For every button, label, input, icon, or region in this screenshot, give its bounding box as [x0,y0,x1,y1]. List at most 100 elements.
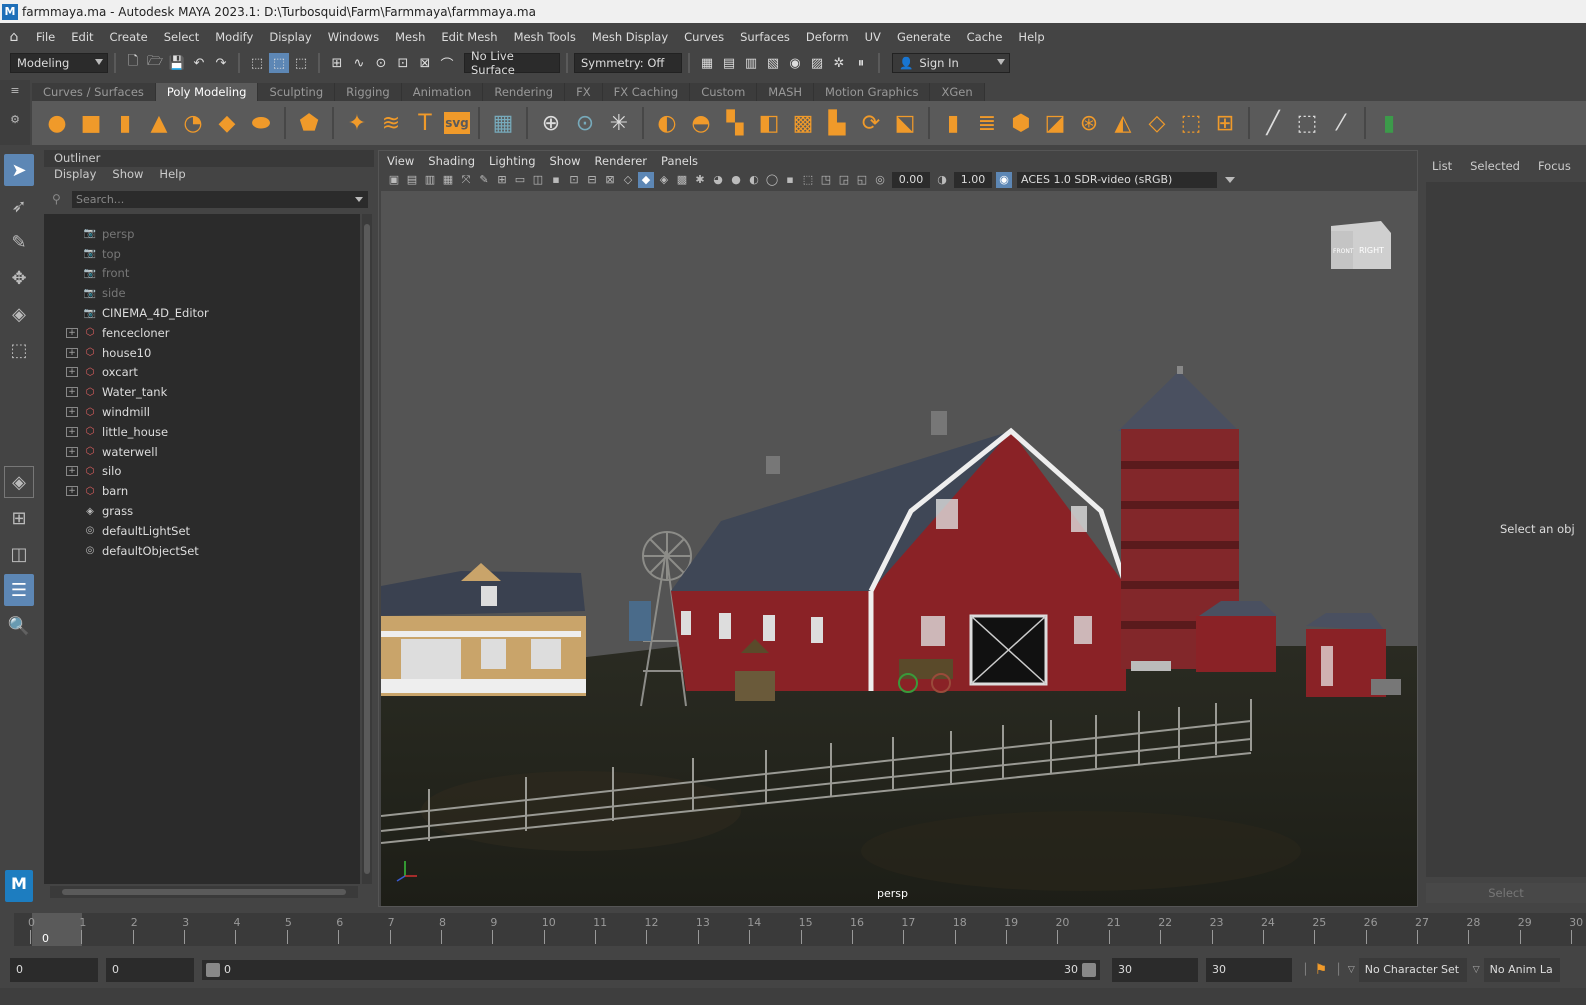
gamma-icon[interactable]: ◑ [934,172,950,188]
scrollbar-thumb[interactable] [62,889,346,895]
svg-tool-icon[interactable]: svg [444,112,470,134]
render-frame-icon[interactable]: ▤ [719,53,739,73]
menu-curves[interactable]: Curves [676,30,732,44]
hypershade-icon[interactable]: ◉ [785,53,805,73]
snap-live-icon[interactable]: ⊠ [415,53,435,73]
motion-blur-icon[interactable]: ◐ [746,172,762,188]
outliner-item-top[interactable]: 📷 top [44,244,360,264]
bridge-icon[interactable]: ≣ [972,108,1002,138]
outliner-item-defaultobjectset[interactable]: ◎ defaultObjectSet [44,541,360,561]
bookmark-icon[interactable]: ▥ [422,172,438,188]
viewport-menu-renderer[interactable]: Renderer [595,154,648,168]
expand-icon[interactable]: + [66,407,78,418]
poly-disc-icon[interactable]: ⬬ [246,108,276,138]
two-d-pan-icon[interactable]: ⤧ [458,172,474,188]
snap-curve-icon[interactable]: ∿ [349,53,369,73]
super-shape-icon[interactable]: ✦ [342,108,372,138]
multi-cut-icon[interactable]: ╱ [1258,108,1288,138]
wireframe-icon[interactable]: ◇ [620,172,636,188]
shelf-tab-curves-surfaces[interactable]: Curves / Surfaces [32,83,156,101]
menu-windows[interactable]: Windows [320,30,387,44]
poly-plane-icon[interactable]: ◆ [212,108,242,138]
boolean-icon[interactable]: ▩ [788,108,818,138]
scale-tool-icon[interactable]: ⬚ [4,334,34,366]
menu-help[interactable]: Help [1010,30,1052,44]
wireframe-on-shaded-icon[interactable]: ◈ [656,172,672,188]
paint-select-icon[interactable]: ✎ [4,226,34,258]
tab-list[interactable]: List [1432,159,1452,173]
redo-icon[interactable]: ↷ [211,53,231,73]
menu-create[interactable]: Create [102,30,156,44]
outliner-item-windmill[interactable]: + ⬡ windmill [44,402,360,422]
menu-mesh-tools[interactable]: Mesh Tools [506,30,584,44]
shelf-tab-mash[interactable]: MASH [757,83,815,101]
outliner-item-barn[interactable]: + ⬡ barn [44,481,360,501]
undo-icon[interactable]: ↶ [189,53,209,73]
render-setup-icon[interactable]: ▨ [807,53,827,73]
snap-view-plane-icon[interactable]: ⊡ [393,53,413,73]
chevron-down-icon[interactable] [355,197,363,202]
outliner-menu-show[interactable]: Show [112,167,143,185]
outliner-horizontal-scrollbar[interactable] [50,886,358,898]
viewport-3d[interactable]: FRONT RIGHT persp [381,191,1417,906]
remesh-icon[interactable]: ⟳ [856,108,886,138]
outliner-item-front[interactable]: 📷 front [44,264,360,284]
symmetry-dropdown[interactable]: Symmetry: Off [574,53,682,73]
viewport-menu-view[interactable]: View [387,154,414,168]
menuset-dropdown[interactable]: Modeling [10,53,108,73]
outliner-menu-display[interactable]: Display [54,167,96,185]
gear-icon[interactable]: ⚙ [0,113,30,126]
menu-generate[interactable]: Generate [889,30,959,44]
shelf-tab-rendering[interactable]: Rendering [483,83,566,101]
search-icon[interactable]: 🔍 [4,610,34,642]
tab-selected[interactable]: Selected [1470,159,1520,173]
shelf-tab-xgen[interactable]: XGen [930,83,985,101]
outliner-item-little-house[interactable]: + ⬡ little_house [44,422,360,442]
auto-key-icon[interactable]: ⚑ [1315,962,1328,978]
save-scene-icon[interactable]: 💾 [167,53,187,73]
lasso-tool-icon[interactable]: ➶ [4,190,34,222]
grease-pencil-icon[interactable]: ✎ [476,172,492,188]
pivot-tool-icon[interactable]: ⊕ [536,108,566,138]
separate-icon[interactable]: ◓ [686,108,716,138]
smooth-icon[interactable]: ▚ [720,108,750,138]
outliner-item-silo[interactable]: + ⬡ silo [44,462,360,482]
merge-icon[interactable]: ◇ [1142,108,1172,138]
render-settings-icon[interactable]: ▧ [763,53,783,73]
shelf-tab-rigging[interactable]: Rigging [335,83,402,101]
render-view-icon[interactable]: ▦ [697,53,717,73]
xray-joints-icon[interactable]: ◲ [836,172,852,188]
depth-of-field-icon[interactable]: ▪ [782,172,798,188]
color-space-dropdown[interactable]: ACES 1.0 SDR-video (sRGB) [1017,171,1235,188]
character-set-dropdown[interactable]: No Character Set [1358,957,1467,982]
outliner-layout-icon[interactable]: ☰ [4,574,34,606]
xray-icon[interactable]: ◳ [818,172,834,188]
sign-in-dropdown[interactable]: 👤 Sign In [892,53,1010,73]
snap-magnet-icon[interactable]: ⌒ [437,53,457,73]
four-pane-icon[interactable]: ⊞ [4,502,34,534]
isolate-select-icon[interactable]: ⬚ [800,172,816,188]
safe-title-icon[interactable]: ⊠ [602,172,618,188]
shadows-icon[interactable]: ◕ [710,172,726,188]
scrollbar-thumb[interactable] [364,224,370,874]
exposure-icon[interactable]: ◎ [872,172,888,188]
outliner-item-cinema-4d-editor[interactable]: 📷 CINEMA_4D_Editor [44,303,360,323]
expand-icon[interactable]: + [66,347,78,358]
select-hierarchy-icon[interactable]: ⬚ [247,53,267,73]
poly-cone-icon[interactable]: ▲ [144,108,174,138]
fill-hole-icon[interactable]: ⬚ [1176,108,1206,138]
color-management-icon[interactable]: ◉ [996,171,1012,188]
poly-cylinder-icon[interactable]: ▮ [110,108,140,138]
shelf-tab-custom[interactable]: Custom [690,83,758,101]
poly-sphere-icon[interactable]: ● [42,108,72,138]
outliner-item-fencecloner[interactable]: + ⬡ fencecloner [44,323,360,343]
shelf-tab-animation[interactable]: Animation [401,83,484,101]
shelf-tab-motion-graphics[interactable]: Motion Graphics [814,83,931,101]
menu-edit[interactable]: Edit [63,30,101,44]
resolution-gate-icon[interactable]: ◫ [530,172,546,188]
film-gate-icon[interactable]: ▭ [512,172,528,188]
outliner-item-waterwell[interactable]: + ⬡ waterwell [44,442,360,462]
live-surface-field[interactable]: No Live Surface [464,49,560,77]
snap-together-icon[interactable]: ⊙ [570,108,600,138]
menu-select[interactable]: Select [156,30,207,44]
